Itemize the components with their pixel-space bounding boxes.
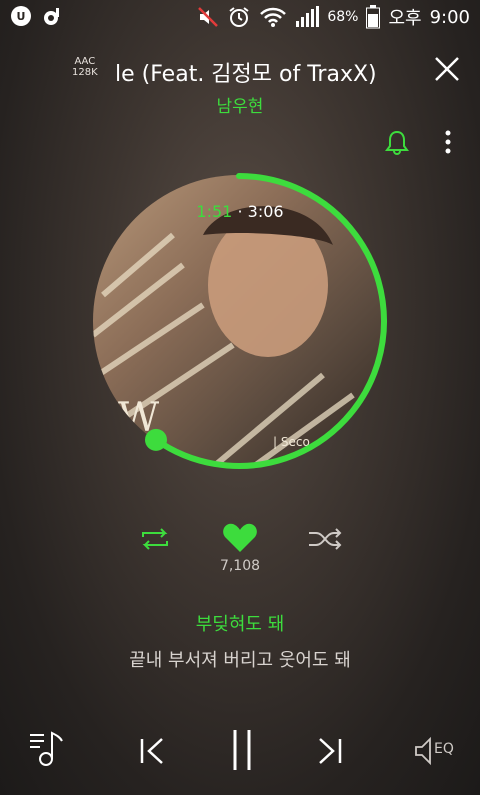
codec-badge: AAC 128K [72, 56, 98, 78]
playlist-icon[interactable] [28, 729, 68, 769]
close-icon[interactable] [432, 54, 462, 84]
progress-knob[interactable] [144, 428, 167, 451]
svg-text:U: U [17, 10, 26, 23]
wifi-icon [260, 7, 287, 27]
shuffle-icon[interactable] [307, 527, 343, 551]
like-count: 7,108 [219, 558, 261, 574]
repeat-icon[interactable] [137, 527, 173, 551]
mute-icon [198, 7, 219, 27]
alarm-icon [229, 7, 249, 27]
heart-icon[interactable] [222, 522, 258, 554]
signal-icon [296, 6, 320, 27]
pause-icon[interactable] [228, 728, 256, 772]
codec-label: AAC [74, 56, 96, 67]
status-bar: U 68% 오후 9:00 [0, 0, 480, 36]
bitrate-label: 128K [72, 67, 98, 78]
status-ampm: 오후 [388, 8, 422, 29]
elapsed-time: 1:51 [196, 202, 233, 221]
current-lyric[interactable]: 부딪혀도 돼 [0, 610, 480, 636]
music-note-icon [44, 8, 59, 25]
time-display: 1:51 · 3:06 [0, 202, 480, 221]
status-time: 9:00 [429, 6, 470, 28]
u-plus-icon: U [11, 6, 31, 26]
eq-label[interactable]: EQ [434, 741, 454, 757]
next-lyric[interactable]: 끝내 부서져 버리고 웃어도 돼 [0, 646, 480, 672]
time-separator: · [237, 202, 243, 221]
bell-icon[interactable] [383, 128, 411, 156]
previous-icon[interactable] [138, 736, 166, 766]
artist-name[interactable]: 남우현 [0, 92, 480, 117]
song-title: le (Feat. 김정모 of TraxX) [115, 62, 377, 87]
battery-icon [366, 5, 381, 29]
next-icon[interactable] [316, 736, 344, 766]
more-options-icon[interactable] [440, 128, 456, 156]
total-time: 3:06 [247, 202, 284, 221]
battery-percent: 68% [327, 9, 359, 25]
